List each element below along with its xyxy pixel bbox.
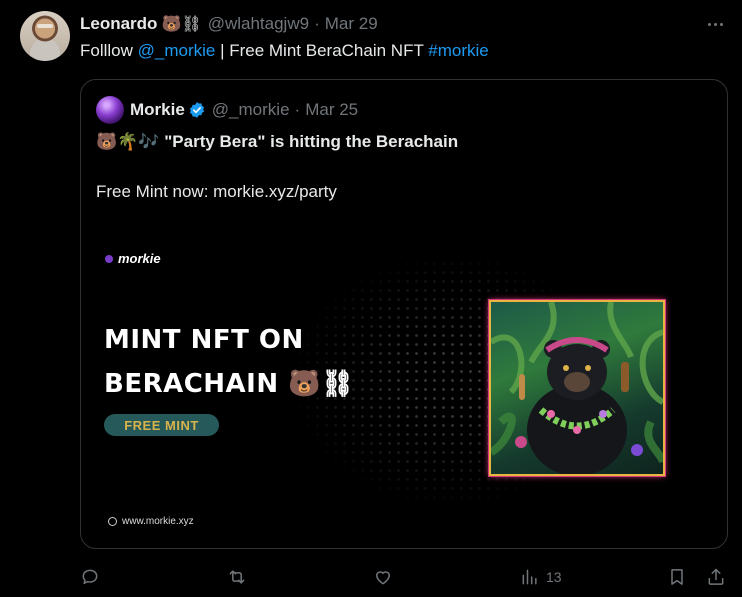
media-logo-mark [105,254,113,263]
heart-icon [376,571,390,585]
quoted-avatar [96,96,124,124]
share-icon [708,568,724,585]
author-name[interactable]: Leonardo [80,14,157,34]
quoted-header: Morkie @_morkie · Mar 25 [96,96,359,124]
media-headline-line1: MINT NFT ON [104,325,304,355]
quoted-text-line2: Free Mint now: morkie.xyz/party [96,182,337,201]
globe-icon [108,517,117,526]
quoted-date: Mar 25 [305,100,359,119]
retweet-button[interactable] [227,565,247,589]
reply-button[interactable] [80,565,100,589]
media-site: www.morkie.xyz [108,516,194,527]
bookmark-button[interactable] [667,565,687,589]
reply-icon [82,569,98,584]
views-count: 13 [546,569,562,585]
media-site-text: www.morkie.xyz [122,516,194,527]
views-icon [522,569,537,585]
verified-badge-icon [189,102,204,118]
bear-illustration [491,302,663,474]
tweet-header: Leonardo 🐻⛓ @wlahtagjw9 · Mar 29 [80,13,378,35]
tweet: Leonardo 🐻⛓ @wlahtagjw9 · Mar 29 Folllow… [0,0,742,597]
tweet-text: Folllow @_morkie | Free Mint BeraChain N… [80,40,489,62]
author-avatar[interactable] [20,11,70,61]
quoted-handle: @_morkie [211,100,290,119]
views-button[interactable]: 13 [520,565,562,589]
more-options-icon[interactable] [700,12,730,36]
quoted-separator: · [294,100,301,119]
share-button[interactable] [706,565,726,589]
bookmark-icon [671,569,683,585]
author-handle[interactable]: @wlahtagjw9 [208,14,309,34]
hashtag-link[interactable]: #morkie [428,41,488,60]
media-logo-text: morkie [118,251,161,266]
quoted-author-name: Morkie [130,100,185,119]
author-emoji: 🐻⛓ [161,16,202,33]
like-button[interactable] [373,565,393,589]
tweet-date[interactable]: Mar 29 [325,14,378,34]
quoted-media-image[interactable]: morkie MINT NFT ON BERACHAIN 🐻⛓ FREE MIN… [96,230,714,536]
tweet-text-middle: | Free Mint BeraChain NFT [215,41,429,60]
action-bar: 13 [0,562,742,592]
party-bera-artwork [489,300,665,476]
tweet-text-prefix: Folllow [80,41,138,60]
media-logo: morkie [105,251,161,266]
media-headline: MINT NFT ON BERACHAIN 🐻⛓ [104,318,355,406]
media-headline-line2: BERACHAIN 🐻⛓ [104,369,355,399]
quoted-tweet[interactable]: Morkie @_morkie · Mar 25 🐻🌴🎶 "Party Bera… [80,79,728,549]
header-separator: · [314,14,320,33]
retweet-icon [229,570,245,584]
mention-link[interactable]: @_morkie [138,41,216,60]
free-mint-badge: FREE MINT [104,414,219,436]
quoted-text-line1: 🐻🌴🎶 "Party Bera" is hitting the Berachai… [96,132,459,151]
